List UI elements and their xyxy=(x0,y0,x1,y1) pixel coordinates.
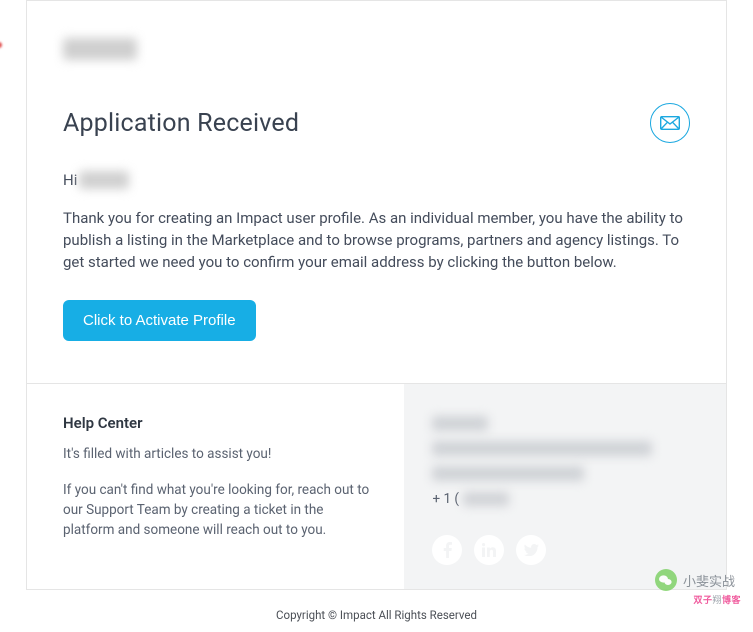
help-center-column: Help Center It's filled with articles to… xyxy=(27,384,404,589)
help-center-title: Help Center xyxy=(63,414,374,432)
twitter-icon[interactable] xyxy=(516,535,546,565)
contact-name-redacted xyxy=(432,416,488,431)
help-center-line1: It's filled with articles to assist you! xyxy=(63,446,374,462)
watermark-subtext: 双子翔博客 xyxy=(693,593,741,606)
logo-image-redacted xyxy=(63,38,137,60)
facebook-icon[interactable] xyxy=(432,535,462,565)
watermark-brand2: 博客 xyxy=(722,596,741,606)
linkedin-icon[interactable] xyxy=(474,535,504,565)
body-paragraph: Thank you for creating an Impact user pr… xyxy=(63,207,690,274)
greeting: Hi xyxy=(63,171,690,189)
activate-profile-button[interactable]: Click to Activate Profile xyxy=(63,300,256,341)
phone-number-redacted xyxy=(463,492,509,506)
logo-area xyxy=(63,37,690,61)
email-body-section: Application Received Hi Thank you for cr… xyxy=(27,1,726,383)
watermark-brand1: 双子 xyxy=(693,596,712,606)
contact-address2-redacted xyxy=(432,466,584,481)
greeting-name-redacted xyxy=(79,171,129,189)
greeting-prefix: Hi xyxy=(63,171,77,189)
title-row: Application Received xyxy=(63,103,690,143)
contact-phone: + 1 ( xyxy=(432,491,698,507)
watermark: 小斐实战 xyxy=(655,569,735,591)
social-icons-row xyxy=(432,535,698,565)
email-card: Application Received Hi Thank you for cr… xyxy=(26,0,727,590)
mail-icon xyxy=(650,103,690,143)
page-title: Application Received xyxy=(63,109,299,138)
logo-accent-dot xyxy=(0,42,2,48)
phone-prefix: + 1 ( xyxy=(432,491,459,507)
watermark-text: 小斐实战 xyxy=(683,571,735,590)
footer-columns: Help Center It's filled with articles to… xyxy=(27,383,726,589)
contact-address1-redacted xyxy=(432,441,652,456)
contact-column: + 1 ( xyxy=(404,384,726,589)
wechat-icon xyxy=(655,569,677,591)
help-center-line2: If you can't find what you're looking fo… xyxy=(63,480,374,541)
